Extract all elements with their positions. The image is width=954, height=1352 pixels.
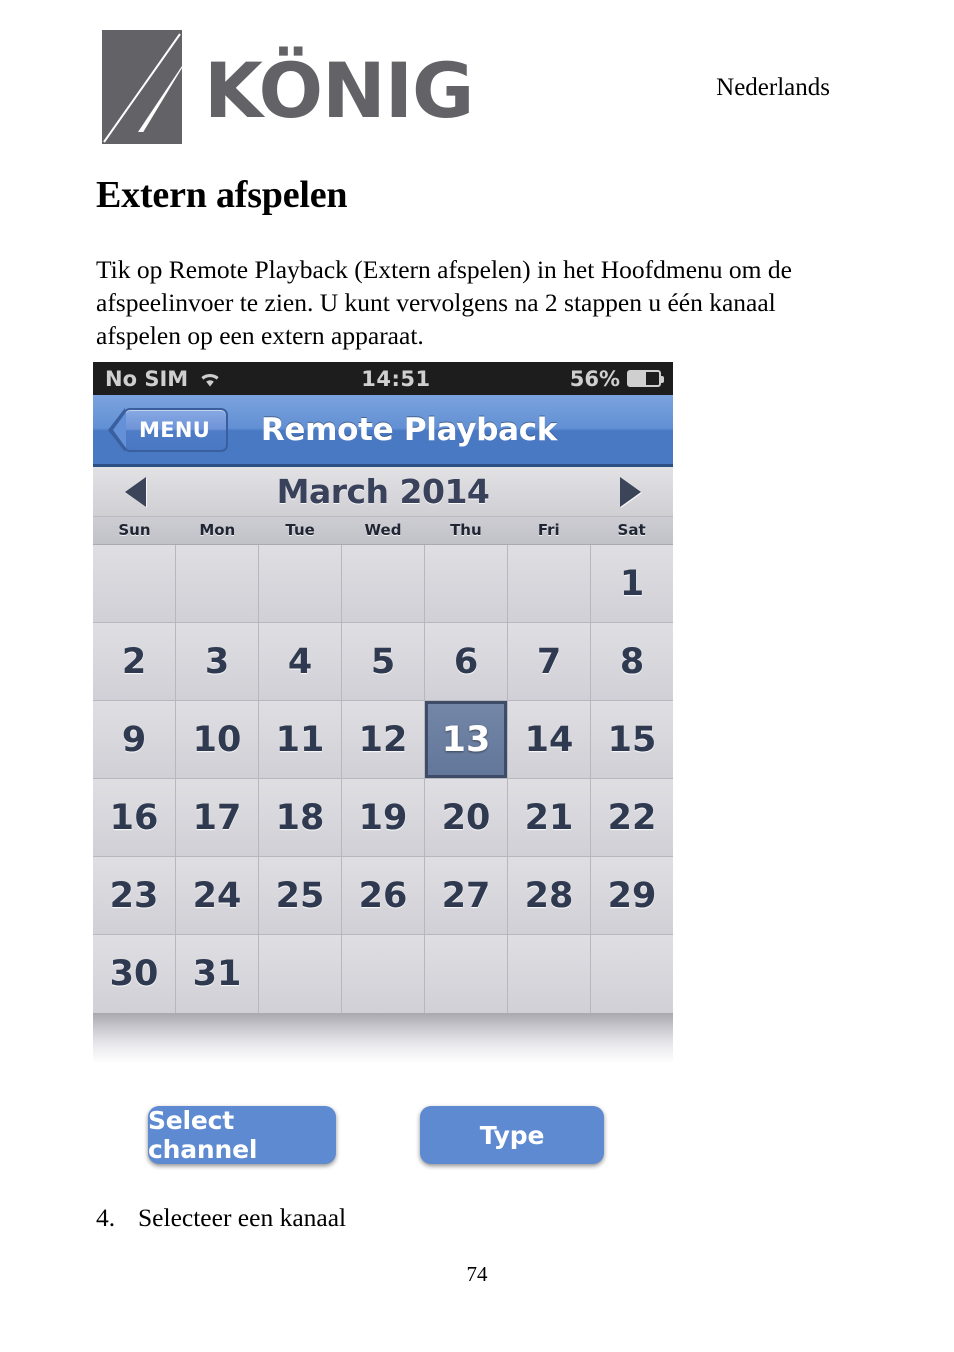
menu-back-button[interactable]: MENU: [123, 407, 229, 452]
calendar-day-cell[interactable]: 31: [176, 935, 259, 1013]
intro-paragraph: Tik op Remote Playback (Extern afspelen)…: [96, 255, 792, 350]
calendar-day-cell[interactable]: 15: [591, 701, 673, 778]
calendar-day-cell[interactable]: [342, 545, 425, 622]
calendar-day-cell[interactable]: 11: [259, 701, 342, 778]
calendar-month-header: March 2014: [93, 467, 673, 517]
calendar-day-cell[interactable]: [425, 935, 508, 1013]
status-bar-right: 56%: [569, 366, 664, 391]
wifi-icon: [198, 370, 222, 388]
page-number: 74: [466, 1262, 488, 1286]
battery-percent-label: 56%: [569, 366, 620, 391]
status-bar-time: 14:51: [361, 366, 431, 391]
menu-back-button-label: MENU: [139, 417, 211, 442]
phone-screenshot: No SIM 14:51 56% MENU Remote Playback Ma…: [93, 362, 673, 1063]
calendar-day-cell[interactable]: 26: [342, 857, 425, 934]
calendar-weekday-header: Sun Mon Tue Wed Thu Fri Sat: [93, 517, 673, 545]
calendar-day-cell[interactable]: [93, 545, 176, 622]
calendar-week-row: 23 24 25 26 27 28 29: [93, 857, 673, 935]
calendar-month-label: March 2014: [276, 472, 490, 511]
calendar-day-cell[interactable]: [259, 935, 342, 1013]
weekday-fri: Fri: [537, 521, 560, 539]
calendar-day-cell[interactable]: [508, 935, 591, 1013]
calendar-day-cell[interactable]: 28: [508, 857, 591, 934]
calendar-week-row: 30 31: [93, 935, 673, 1013]
calendar-day-cell[interactable]: 7: [508, 623, 591, 700]
step-list-item: 4. Selecteer een kanaal: [96, 1203, 796, 1233]
battery-icon: [627, 370, 664, 387]
brand-logo: KÖNIG: [96, 28, 474, 146]
konig-logo-mark-icon: [96, 28, 188, 146]
calendar-day-cell[interactable]: 12: [342, 701, 425, 778]
triangle-left-icon[interactable]: [125, 476, 146, 507]
calendar-day-cell[interactable]: [259, 545, 342, 622]
type-button[interactable]: Type: [420, 1106, 604, 1164]
weekday-sat: Sat: [617, 521, 646, 539]
calendar-bottom-fade: [93, 1013, 673, 1063]
calendar-day-cell[interactable]: 30: [93, 935, 176, 1013]
calendar-day-cell[interactable]: 24: [176, 857, 259, 934]
triangle-right-icon[interactable]: [620, 476, 641, 507]
calendar-day-cell[interactable]: 18: [259, 779, 342, 856]
page-header: KÖNIG Nederlands: [96, 28, 894, 146]
calendar-day-cell[interactable]: 27: [425, 857, 508, 934]
calendar-day-cell[interactable]: [508, 545, 591, 622]
calendar-day-cell[interactable]: 19: [342, 779, 425, 856]
status-bar: No SIM 14:51 56%: [93, 362, 673, 395]
calendar-day-cell[interactable]: 1: [591, 545, 673, 622]
weekday-mon: Mon: [199, 521, 236, 539]
calendar-week-row: 1: [93, 545, 673, 623]
calendar-day-cell[interactable]: 20: [425, 779, 508, 856]
calendar-day-cell[interactable]: 5: [342, 623, 425, 700]
calendar-week-row: 2 3 4 5 6 7 8: [93, 623, 673, 701]
action-button-row: Select channel Type: [96, 1106, 656, 1168]
weekday-tue: Tue: [285, 521, 315, 539]
calendar-day-cell[interactable]: 3: [176, 623, 259, 700]
calendar-day-cell[interactable]: 23: [93, 857, 176, 934]
calendar-day-cell[interactable]: 9: [93, 701, 176, 778]
calendar-day-cell[interactable]: 10: [176, 701, 259, 778]
calendar-day-cell-selected[interactable]: 13: [425, 701, 508, 778]
calendar-week-row: 16 17 18 19 20 21 22: [93, 779, 673, 857]
calendar-grid: 1 2 3 4 5 6 7 8 9 10 11 12 13 14 15 16 1…: [93, 545, 673, 1013]
calendar-day-cell[interactable]: 14: [508, 701, 591, 778]
nav-bar: MENU Remote Playback: [93, 395, 673, 467]
calendar-day-cell[interactable]: [176, 545, 259, 622]
calendar-day-cell[interactable]: 8: [591, 623, 673, 700]
weekday-thu: Thu: [450, 521, 482, 539]
step-text: Selecteer een kanaal: [138, 1203, 347, 1232]
calendar-day-cell[interactable]: 16: [93, 779, 176, 856]
calendar-week-row: 9 10 11 12 13 14 15: [93, 701, 673, 779]
calendar-day-cell[interactable]: 17: [176, 779, 259, 856]
calendar-day-cell[interactable]: 22: [591, 779, 673, 856]
calendar-day-cell[interactable]: [342, 935, 425, 1013]
calendar-day-cell[interactable]: 25: [259, 857, 342, 934]
weekday-wed: Wed: [364, 521, 402, 539]
calendar-day-cell[interactable]: 21: [508, 779, 591, 856]
weekday-sun: Sun: [118, 521, 151, 539]
select-channel-button[interactable]: Select channel: [148, 1106, 336, 1164]
language-label: Nederlands: [716, 74, 830, 101]
brand-wordmark: KÖNIG: [204, 46, 474, 135]
carrier-label: No SIM: [105, 366, 189, 391]
calendar-day-cell[interactable]: 29: [591, 857, 673, 934]
status-bar-left: No SIM: [105, 367, 222, 391]
calendar-day-cell[interactable]: 2: [93, 623, 176, 700]
page-title: Extern afspelen: [96, 174, 348, 216]
calendar-day-cell[interactable]: [591, 935, 673, 1013]
calendar-day-cell[interactable]: 4: [259, 623, 342, 700]
calendar-day-cell[interactable]: [425, 545, 508, 622]
calendar-day-cell[interactable]: 6: [425, 623, 508, 700]
step-number: 4.: [96, 1203, 116, 1232]
